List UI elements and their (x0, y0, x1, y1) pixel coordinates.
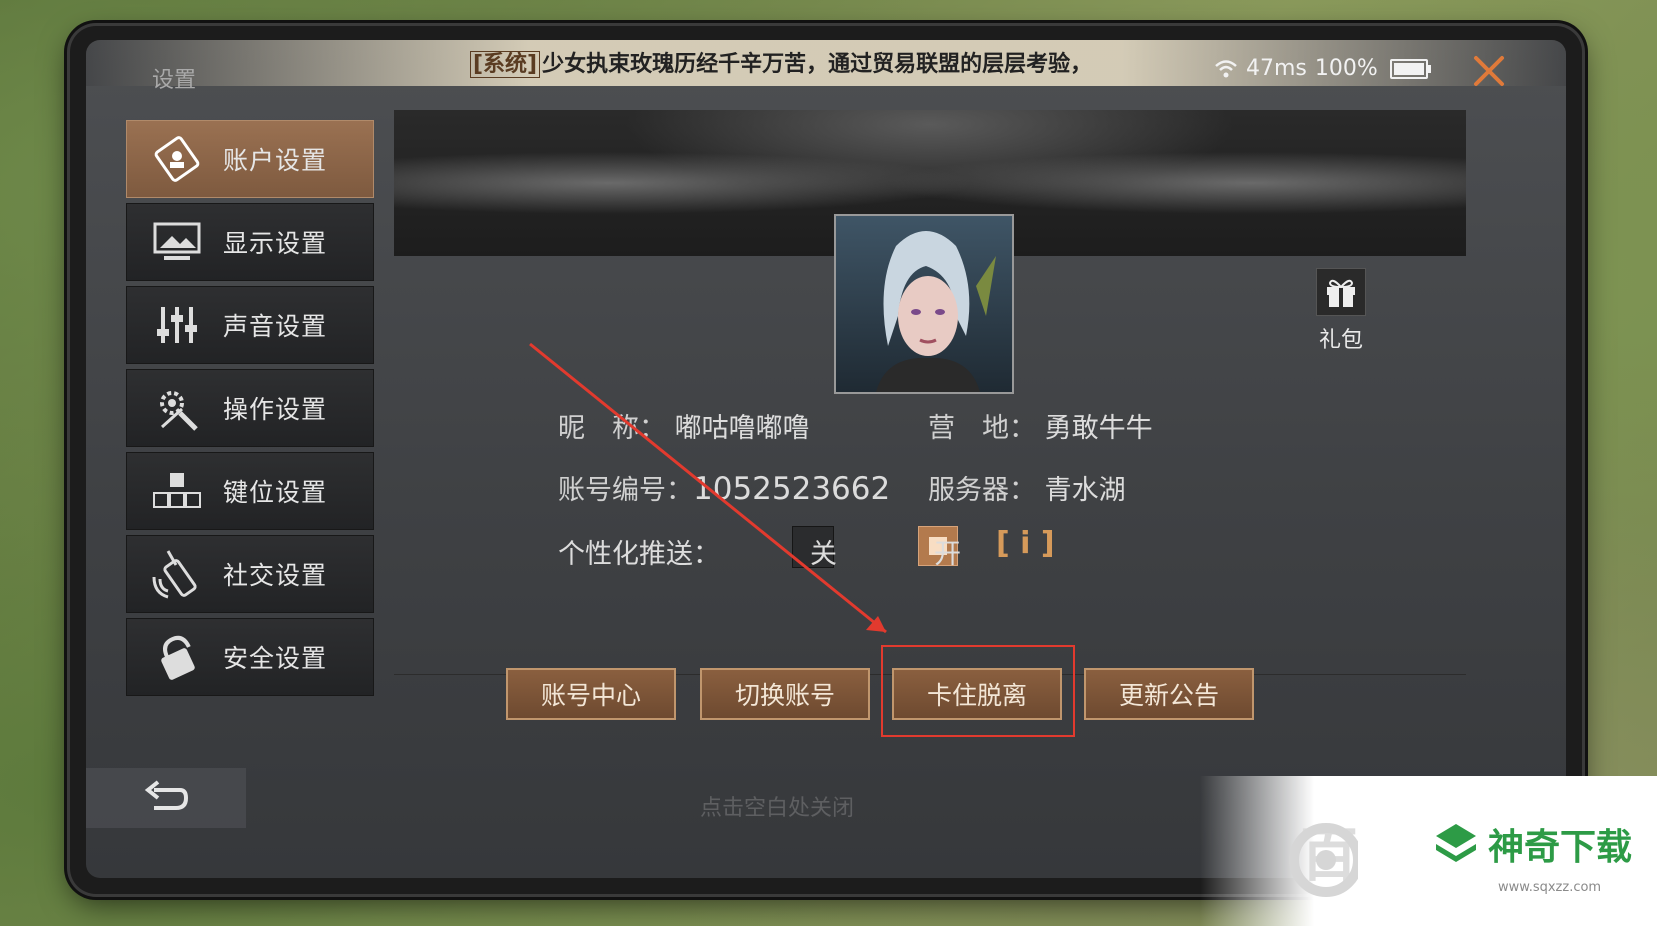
server-label: 服务器： (928, 475, 1036, 506)
watermark-logo-icon (1289, 823, 1358, 897)
info-icon[interactable]: [ i ] (996, 526, 1055, 561)
sidebar-item-sound[interactable]: 声音设置 (126, 286, 374, 364)
sidebar-item-label: 显示设置 (223, 229, 328, 258)
sidebar-item-label: 安全设置 (223, 644, 328, 673)
sidebar-item-label: 声音设置 (223, 312, 328, 341)
push-on-label: 开 (934, 539, 961, 570)
sidebar-item-security[interactable]: 安全设置 (126, 618, 374, 696)
account-card-icon (147, 134, 207, 184)
sidebar-item-keybinding[interactable]: 键位设置 (126, 452, 374, 530)
lock-icon (147, 632, 207, 682)
walkie-talkie-icon (147, 549, 207, 599)
back-button[interactable] (86, 768, 246, 828)
settings-panel: 设置 [系统] 少女执束玫瑰历经千辛万苦，通过贸易联盟的层层考验， 47ms 10… (86, 40, 1566, 878)
camp-label: 营 地： (928, 413, 1036, 444)
back-arrow-icon (144, 780, 188, 810)
sidebar-item-label: 操作设置 (223, 395, 328, 424)
battery-icon (1389, 58, 1431, 79)
sidebar-item-label: 社交设置 (223, 561, 328, 590)
display-icon (147, 217, 207, 267)
sidebar-item-controls[interactable]: 操作设置 (126, 369, 374, 447)
sidebar-item-display[interactable]: 显示设置 (126, 203, 374, 281)
wifi-icon (1215, 59, 1237, 77)
annotation-arrow-icon (529, 342, 887, 634)
sidebar-item-label: 键位设置 (223, 478, 328, 507)
unstuck-highlight-box (881, 645, 1075, 737)
camp-value: 勇敢牛牛 (1044, 413, 1153, 444)
page-title: 设置 (152, 68, 197, 93)
watermark-url: www.sqxzz.com (1498, 880, 1602, 895)
system-ticker: [系统] 少女执束玫瑰历经千辛万苦，通过贸易联盟的层层考验， (470, 46, 1092, 78)
gift-pack-button[interactable]: 礼包 (1316, 268, 1366, 354)
ticker-text: 少女执束玫瑰历经千辛万苦，通过贸易联盟的层层考验， (542, 52, 1093, 77)
account-center-button[interactable]: 账号中心 (506, 668, 676, 720)
sidebar-item-social[interactable]: 社交设置 (126, 535, 374, 613)
settings-sidebar: 账户设置 显示设置 声音设置 操作设置 键位设置 社交设置 安全设置 (126, 120, 374, 701)
camp-row: 营 地： 勇敢牛牛 (928, 406, 1153, 445)
close-hint: 点击空白处关闭 (700, 796, 855, 821)
gift-label: 礼包 (1318, 328, 1363, 353)
status-bar: 47ms 100% (1214, 56, 1431, 81)
gear-icon (147, 383, 207, 433)
sqxzz-logo-icon (1436, 824, 1476, 862)
gift-icon (1316, 268, 1366, 316)
close-button[interactable] (1472, 54, 1506, 88)
sidebar-item-label: 账户设置 (223, 146, 328, 175)
switch-account-button[interactable]: 切换账号 (700, 668, 870, 720)
server-value: 青水湖 (1044, 475, 1126, 506)
battery-percent: 100% (1314, 56, 1378, 81)
sidebar-item-account[interactable]: 账户设置 (126, 120, 374, 198)
update-notice-button[interactable]: 更新公告 (1084, 668, 1254, 720)
keys-icon (147, 466, 207, 516)
sliders-icon (147, 300, 207, 350)
watermark-brand: 神奇下载 (1488, 827, 1633, 868)
server-row: 服务器： 青水湖 (928, 468, 1126, 507)
ping-value: 47ms (1246, 56, 1307, 81)
ticker-tag: [系统] (470, 51, 541, 78)
